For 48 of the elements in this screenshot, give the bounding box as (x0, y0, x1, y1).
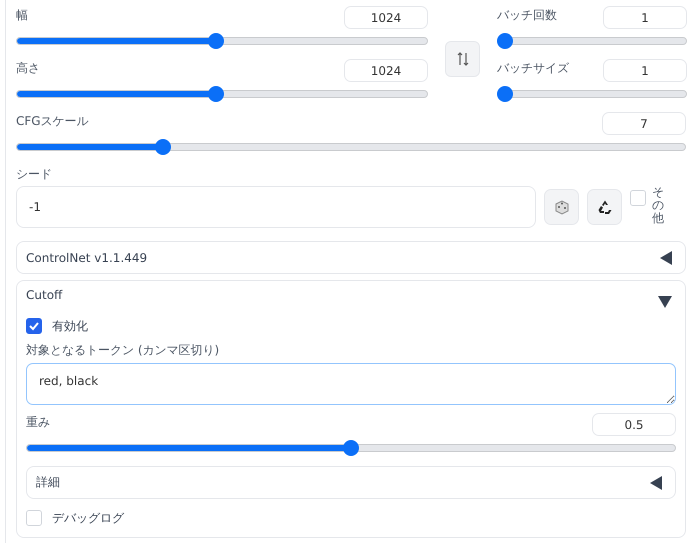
slider-label: CFGスケール (16, 113, 89, 130)
number-field[interactable]: 1 (603, 6, 687, 29)
slider-thumb[interactable] (497, 86, 513, 102)
checkbox-label: その他 (652, 186, 664, 226)
slider-thumb[interactable] (497, 33, 513, 49)
slider-label: 重み (26, 414, 50, 431)
slider-thumb[interactable] (154, 139, 171, 155)
checkbox[interactable] (26, 318, 42, 334)
tokens-field[interactable]: red, black (26, 363, 676, 405)
number-field[interactable]: 1024 (344, 59, 428, 82)
number-field[interactable]: 1 (603, 59, 687, 82)
dice-icon (554, 199, 570, 215)
accordion-header[interactable]: Cutoff (26, 281, 676, 313)
seed-field[interactable]: -1 (16, 186, 536, 228)
slider[interactable] (497, 86, 687, 102)
slider[interactable] (16, 86, 428, 102)
field-label: 対象となるトークン (カンマ区切り) (26, 342, 220, 359)
checkmark-icon (28, 320, 40, 332)
slider[interactable] (26, 440, 676, 456)
number-field[interactable]: 7 (602, 112, 686, 135)
recycle-icon (596, 199, 612, 215)
checkbox-label: デバッグログ (52, 510, 124, 526)
accordion-title: ControlNet v1.1.449 (26, 250, 148, 264)
reuse-button[interactable] (587, 189, 622, 225)
triangle-down-icon (658, 296, 672, 308)
slider-label: 幅 (16, 7, 28, 24)
checkbox-label: 有効化 (52, 318, 88, 334)
slider-thumb[interactable] (208, 33, 224, 49)
seed-label: シード (16, 166, 53, 183)
slider-thumb[interactable] (208, 86, 224, 102)
accordion-header[interactable]: 詳細 (26, 466, 676, 499)
number-field[interactable]: 1024 (344, 6, 428, 29)
slider-label: 高さ (16, 60, 40, 77)
slider-label: バッチ回数 (497, 7, 557, 24)
triangle-left-icon (650, 476, 662, 490)
accordion-title: Cutoff (26, 287, 62, 302)
accordion-title: 詳細 (36, 474, 60, 491)
random-button[interactable] (544, 189, 579, 225)
accordion-header[interactable]: ControlNet v1.1.449 (16, 241, 686, 274)
slider[interactable] (16, 33, 428, 49)
swap-arrows-icon (456, 51, 468, 67)
swap-button[interactable] (445, 41, 480, 77)
slider[interactable] (16, 139, 686, 155)
slider-label: バッチサイズ (497, 60, 569, 77)
slider[interactable] (497, 33, 687, 49)
slider-thumb[interactable] (343, 440, 359, 456)
number-field[interactable]: 0.5 (592, 413, 676, 436)
triangle-left-icon (660, 250, 672, 264)
